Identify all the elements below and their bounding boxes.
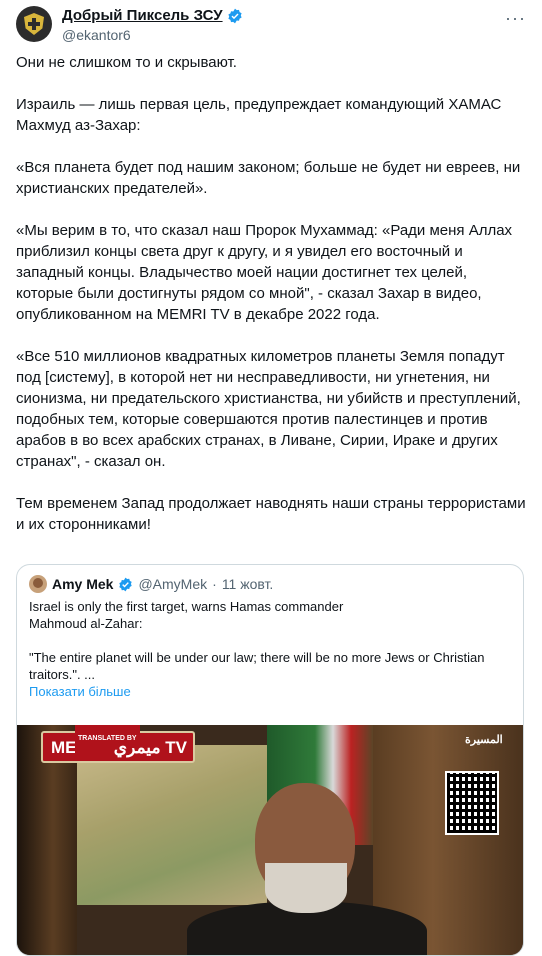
quoted-date[interactable]: 11 жовт. (222, 576, 273, 592)
qr-code-icon (445, 771, 499, 835)
tweet-paragraph: Тем временем Запад продолжает наводнять … (16, 495, 526, 533)
channel-logo: المسيرة (465, 734, 503, 746)
quoted-tweet[interactable]: Amy Mek @AmyMek · 11 жовт. Israel is onl… (16, 564, 524, 956)
quoted-author-name[interactable]: Amy Mek (52, 576, 113, 592)
quoted-handle: @AmyMek (138, 576, 208, 592)
tweet-header: Добрый Пиксель ЗСУ @ekantor6 ··· (16, 6, 526, 46)
separator-dot: · (212, 576, 217, 592)
quoted-line: "The entire planet will be under our law… (29, 650, 485, 665)
quoted-text: Israel is only the first target, warns H… (29, 598, 513, 700)
tweet-paragraph: Израиль — лишь первая цель, предупреждае… (16, 96, 502, 134)
tweet-paragraph: «Вся планета будет под нашим законом; бо… (16, 159, 521, 197)
show-more-link[interactable]: Показати більше (29, 683, 513, 700)
memri-logo-tv: ميمري TV (113, 738, 187, 757)
tweet-text: Они не слишком то и скрывают. Израиль — … (16, 52, 528, 556)
quoted-line: traitors.". ... (29, 667, 96, 682)
more-options-icon[interactable]: ··· (505, 8, 526, 29)
verified-badge-icon (227, 8, 242, 23)
video-thumbnail[interactable]: TRANSLATED BY MEMRI ميمري TV المسيرة (17, 725, 523, 955)
quoted-line: Israel is only the first target, warns H… (29, 599, 344, 614)
author-display-name[interactable]: Добрый Пиксель ЗСУ (62, 7, 223, 24)
author-name-row: Добрый Пиксель ЗСУ (62, 7, 243, 24)
quoted-line: Mahmoud al-Zahar: (29, 616, 143, 631)
author-handle[interactable]: @ekantor6 (62, 27, 131, 43)
verified-badge-icon (119, 577, 133, 591)
tweet-paragraph: Они не слишком то и скрывают. (16, 54, 237, 71)
quoted-header: Amy Mek @AmyMek · 11 жовт. (29, 575, 273, 593)
quoted-avatar[interactable] (29, 575, 47, 593)
speaker-beard (265, 863, 347, 913)
author-avatar[interactable] (16, 6, 52, 42)
tweet-paragraph: «Все 510 миллионов квадратных километров… (16, 348, 521, 470)
tweet-paragraph: «Мы верим в то, что сказал наш Пророк Му… (16, 222, 513, 323)
memri-tv-logo: TRANSLATED BY MEMRI ميمري TV (41, 725, 195, 763)
wall-map (77, 745, 267, 905)
